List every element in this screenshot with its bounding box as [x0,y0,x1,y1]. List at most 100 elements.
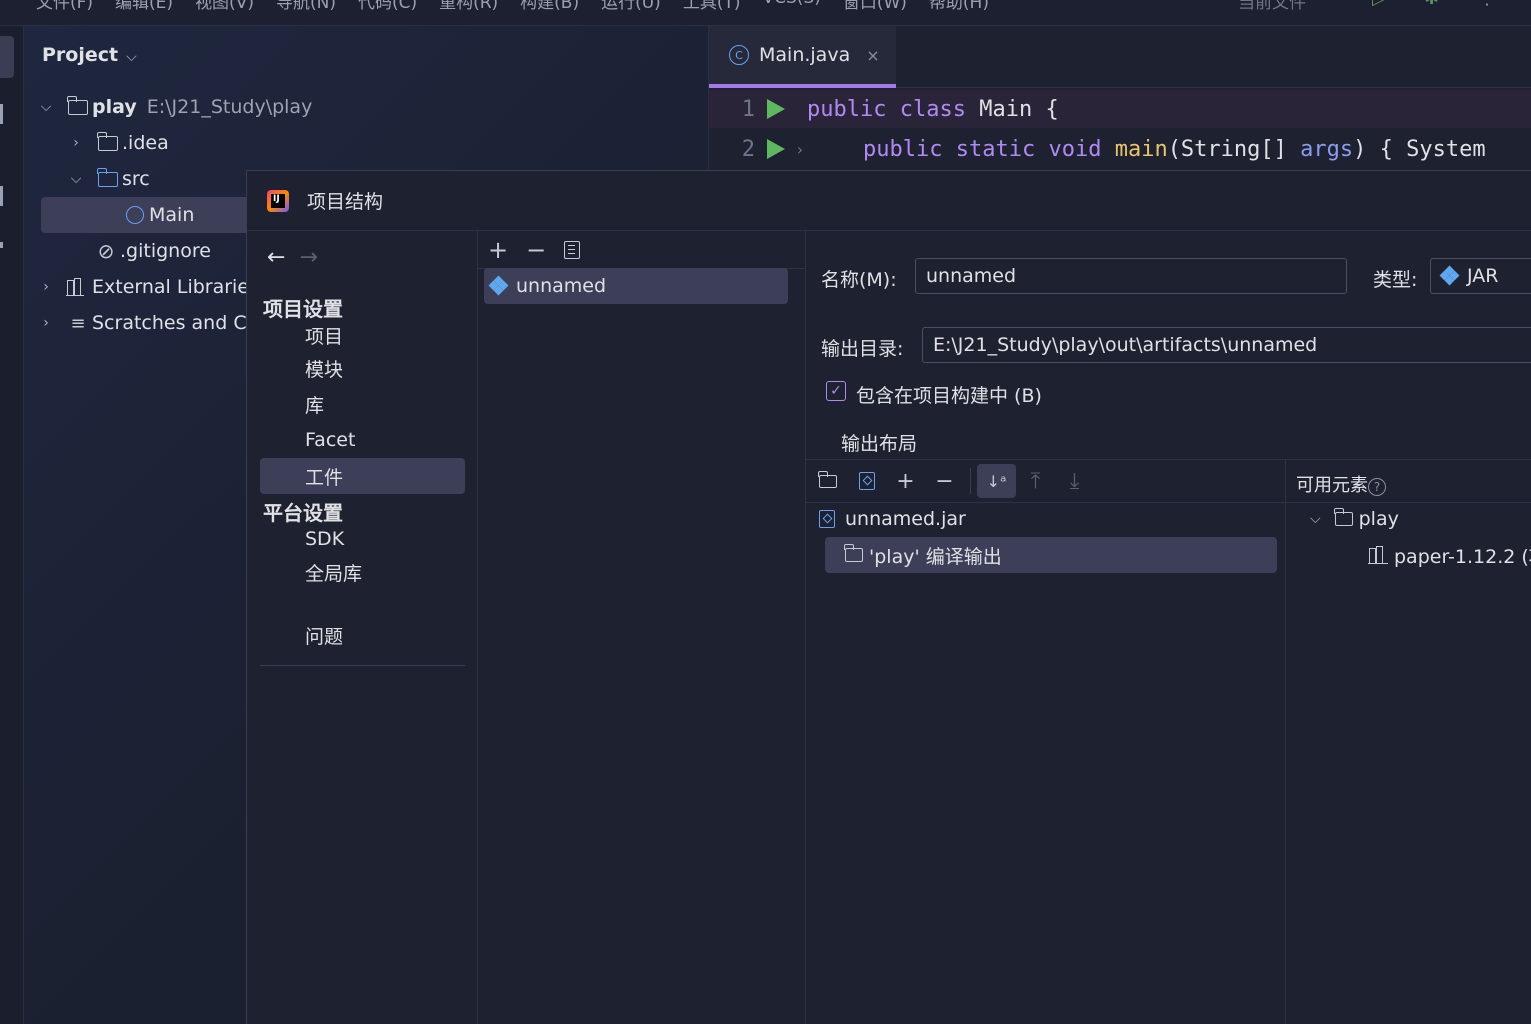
menu-item[interactable]: 工具(T) [683,0,741,13]
available-item-paper[interactable]: paper-1.12.2 (项 [1368,537,1531,573]
nav-item-sdk[interactable]: SDK [260,521,465,557]
menu-item[interactable]: VCS(S) [762,0,820,13]
menu-item[interactable]: 代码(C) [358,0,417,13]
project-header-label: Project [42,44,119,66]
artifact-detail-panel: 名称(M): unnamed 类型: JAR 输出目录: E:\J21_Stud… [806,231,1531,1024]
include-in-build-checkbox[interactable]: ✓ [826,381,846,401]
nav-item-libraries[interactable]: 库 [260,386,465,422]
tree-label-src: src [122,168,150,190]
menu-items: 文件(F) 编辑(E) 视图(V) 导航(N) 代码(C) 重构(R) 构建(B) 运行(U)… [36,0,989,13]
editor-tab-main-java[interactable]: C Main.java × [709,26,896,88]
available-item-play[interactable]: ⌵ play [1310,501,1399,537]
menu-item[interactable]: 窗口(W) [843,0,907,13]
project-tool-button[interactable] [0,36,14,78]
sort-elements-icon[interactable]: ↓ᵃ [977,464,1016,498]
menu-item[interactable]: 重构(R) [439,0,498,13]
fold-icon[interactable]: › [795,140,805,159]
output-dir-field[interactable]: E:\J21_Study\play\out\artifacts\unnamed [922,327,1531,363]
move-up-icon[interactable]: ⤒ [1016,464,1055,498]
dialog-title: 项目结构 [307,191,384,213]
chevron-down-icon: ⌵ [126,49,137,65]
close-icon[interactable]: × [866,46,879,65]
more-tools-icon[interactable] [0,242,6,248]
forward-arrow-icon[interactable]: → [299,245,317,270]
nav-item-modules[interactable]: 模块 [260,350,465,386]
menu-item[interactable]: 视图(V) [195,0,254,13]
code-text: (String[] [1167,136,1301,162]
nav-divider [260,665,465,666]
tree-label-play: play [92,96,137,118]
tool-window-strip [0,26,24,1024]
settings-nav: ← → 项目设置 项目 模块 库 Facet 工件 平台设置 SDK 全局库 问… [247,231,478,1024]
run-gutter-icon[interactable] [767,139,785,159]
code-area[interactable]: 1 public class Main { 2 › public static … [709,90,1531,170]
remove-icon[interactable]: − [925,464,964,498]
nav-item-artifacts[interactable]: 工件 [260,458,465,494]
create-directory-icon[interactable] [808,464,847,498]
tree-item-scratches[interactable]: › ≡ Scratches and Co [38,305,258,341]
menu-item[interactable]: 构建(B) [520,0,579,13]
toolbar-separator [970,468,971,494]
add-copy-of-icon[interactable]: + [886,464,925,498]
chevron-down-icon[interactable]: ⌵ [1310,511,1321,527]
chevron-right-icon[interactable]: › [38,279,54,295]
menu-item[interactable]: 帮助(H) [929,0,989,13]
type-select[interactable]: JAR [1430,258,1531,294]
run-config-selector[interactable]: 当前文件 [1238,0,1306,13]
include-in-build-label: 包含在项目构建中 (B) [856,385,1042,407]
tree-item-idea[interactable]: › .idea [68,125,169,161]
scratches-icon: ≡ [70,312,86,334]
chevron-down-icon[interactable]: ⌵ [68,171,84,187]
library-icon [1368,546,1388,564]
remove-icon[interactable]: − [526,236,546,264]
debug-icon[interactable]: ✱ [1424,0,1439,9]
available-elements-text: 可用元素 [1296,475,1368,496]
menu-item[interactable]: 文件(F) [36,0,93,13]
menu-item[interactable]: 导航(N) [276,0,336,13]
tree-item-gitignore[interactable]: ⊘ .gitignore [94,233,211,269]
name-field[interactable]: unnamed [915,258,1347,294]
dialog-title-bar[interactable]: IJ 项目结构 [247,171,1531,231]
nav-item-global-libraries[interactable]: 全局库 [260,554,465,590]
more-icon[interactable]: ⋮ [1478,0,1496,9]
create-archive-icon[interactable] [847,464,886,498]
output-dir-label: 输出目录: [821,338,904,360]
tree-label-main: Main [149,204,195,226]
folder-icon [96,131,120,153]
copy-icon[interactable] [564,240,581,259]
type-label: 类型: [1373,269,1418,291]
output-layout-tab[interactable]: 输出布局 [841,429,917,456]
tree-item-src[interactable]: ⌵ src [68,161,150,197]
menu-item[interactable]: 编辑(E) [115,0,173,13]
layout-divider [1285,459,1286,1024]
structure-tool-icon[interactable] [0,186,6,206]
nav-item-facets[interactable]: Facet [260,422,465,458]
line-number: 1 [741,96,755,122]
menu-item[interactable]: 运行(U) [601,0,661,13]
available-root-label: play [1358,508,1399,530]
layout-item-compile-output[interactable]: 'play' 编译输出 [825,537,1277,573]
nav-item-problems[interactable]: 问题 [260,617,465,653]
available-elements-label: 可用元素? [1296,471,1386,497]
help-icon[interactable]: ? [1368,478,1386,496]
code-line-2[interactable]: 2 › public static void main (String[] arg… [709,130,1531,168]
back-arrow-icon[interactable]: ← [267,245,285,270]
chevron-right-icon[interactable]: › [68,135,84,151]
add-icon[interactable]: + [488,236,508,264]
chevron-down-icon[interactable]: ⌵ [38,99,54,115]
tree-item-external-libraries[interactable]: › External Libraries [38,269,259,305]
move-down-icon[interactable]: ⤓ [1055,464,1094,498]
chevron-right-icon[interactable]: › [38,315,54,331]
tree-item-main[interactable]: Main [41,197,251,233]
project-view-selector[interactable]: Project ⌵ [42,44,137,66]
code-line-1[interactable]: 1 public class Main { [709,90,1531,128]
layout-item-jar[interactable]: unnamed.jar [819,501,966,537]
tree-item-play[interactable]: ⌵ play E:\J21_Study\play [38,89,312,125]
layout-toolbar: + − ↓ᵃ ⤒ ⤓ [806,459,1531,503]
nav-item-project[interactable]: 项目 [260,317,465,353]
commit-tool-icon[interactable] [0,104,6,124]
layout-item-label: unnamed.jar [845,508,966,530]
run-icon[interactable]: ▷ [1372,0,1386,9]
run-gutter-icon[interactable] [767,99,785,119]
artifact-item-unnamed[interactable]: unnamed [484,268,788,304]
